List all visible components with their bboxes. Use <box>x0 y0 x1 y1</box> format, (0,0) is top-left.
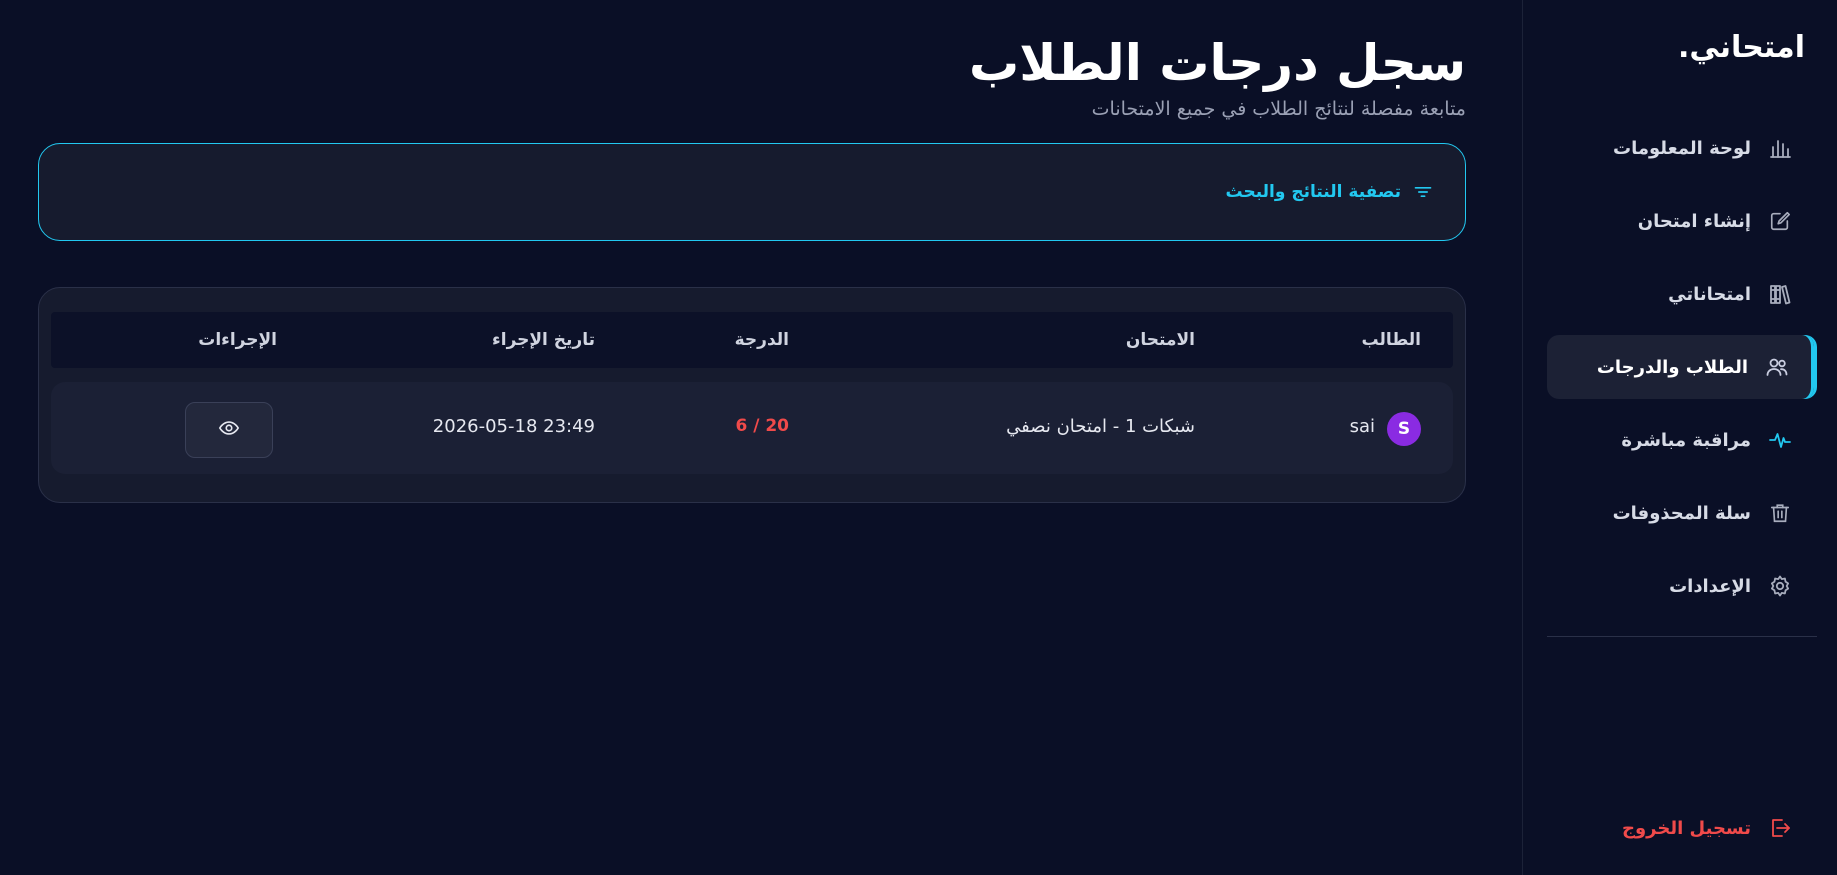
column-header-exam[interactable]: الامتحان <box>1126 330 1195 350</box>
table-header: الطالب الامتحان الدرجة تاريخ الإجراء الإ… <box>51 312 1453 368</box>
grades-table: الطالب الامتحان الدرجة تاريخ الإجراء الإ… <box>38 287 1466 503</box>
logout-icon <box>1767 815 1793 841</box>
sidebar-item-label: لوحة المعلومات <box>1613 137 1751 159</box>
sidebar-item-live-monitor[interactable]: مراقبة مباشرة <box>1547 408 1817 472</box>
sidebar-item-label: امتحاناتي <box>1668 283 1751 305</box>
sidebar-item-label: الطلاب والدرجات <box>1596 356 1748 378</box>
edit-square-icon <box>1767 208 1793 234</box>
view-result-button[interactable] <box>185 402 273 458</box>
sidebar-item-label: سلة المحذوفات <box>1612 502 1751 524</box>
app-root: امتحاني. لوحة المعلومات إنشاء امتحان امت… <box>0 0 1837 875</box>
sidebar-divider <box>1547 636 1817 637</box>
exam-name: شبكات 1 - امتحان نصفي <box>1006 416 1195 437</box>
main-content: سجل درجات الطلاب متابعة مفصلة لنتائج الط… <box>0 0 1522 875</box>
eye-icon <box>218 417 240 443</box>
filter-icon <box>1413 182 1433 202</box>
activity-icon <box>1767 427 1793 453</box>
sidebar-item-trash[interactable]: سلة المحذوفات <box>1547 481 1817 545</box>
sidebar-item-create-exam[interactable]: إنشاء امتحان <box>1547 189 1817 253</box>
filter-toggle[interactable]: تصفية النتائج والبحث <box>38 143 1466 241</box>
avatar: S <box>1387 412 1421 446</box>
page-subtitle: متابعة مفصلة لنتائج الطلاب في جميع الامت… <box>1091 98 1466 120</box>
bar-chart-icon <box>1767 135 1793 161</box>
exam-date: 2026-05-18 23:49 <box>432 416 595 437</box>
logout-button[interactable]: تسجيل الخروج <box>1547 801 1817 855</box>
sidebar-item-students-grades[interactable]: الطلاب والدرجات <box>1547 335 1817 399</box>
library-icon <box>1767 281 1793 307</box>
sidebar-item-settings[interactable]: الإعدادات <box>1547 554 1817 618</box>
logout-label: تسجيل الخروج <box>1622 817 1751 839</box>
app-logo[interactable]: امتحاني. <box>1678 30 1805 65</box>
trash-icon <box>1767 500 1793 526</box>
column-header-score[interactable]: الدرجة <box>735 330 789 350</box>
sidebar-item-label: مراقبة مباشرة <box>1621 429 1751 451</box>
filter-label: تصفية النتائج والبحث <box>1225 182 1401 202</box>
gear-icon <box>1767 573 1793 599</box>
sidebar-item-label: الإعدادات <box>1669 575 1751 597</box>
sidebar-item-label: إنشاء امتحان <box>1637 210 1751 232</box>
score-value: 20 / 6 <box>735 416 789 436</box>
column-header-date[interactable]: تاريخ الإجراء <box>492 330 595 350</box>
column-header-actions: الإجراءات <box>198 330 277 350</box>
column-header-student[interactable]: الطالب <box>1361 330 1421 350</box>
student-name: sai <box>1349 416 1375 437</box>
sidebar-item-dashboard[interactable]: لوحة المعلومات <box>1547 116 1817 180</box>
sidebar-item-my-exams[interactable]: امتحاناتي <box>1547 262 1817 326</box>
sidebar-nav: لوحة المعلومات إنشاء امتحان امتحاناتي ال… <box>1547 116 1817 627</box>
page-title: سجل درجات الطلاب <box>969 34 1466 92</box>
sidebar: امتحاني. لوحة المعلومات إنشاء امتحان امت… <box>1522 0 1837 875</box>
users-icon <box>1764 354 1790 380</box>
table-row: S sai شبكات 1 - امتحان نصفي 20 / 6 2026-… <box>51 382 1453 474</box>
